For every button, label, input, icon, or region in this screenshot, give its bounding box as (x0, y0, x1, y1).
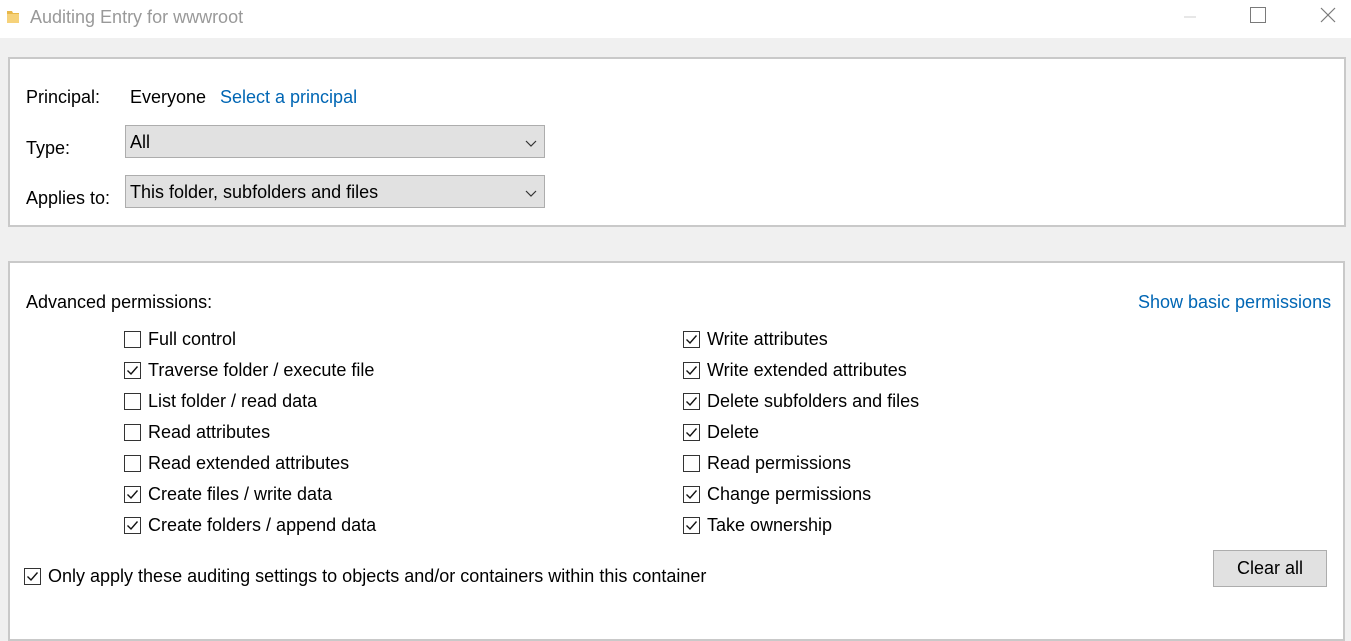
close-icon (1320, 7, 1336, 28)
window-title: Auditing Entry for wwwroot (30, 7, 244, 27)
permission-label: Read extended attributes (148, 452, 350, 473)
permission-label: Traverse folder / execute file (148, 359, 375, 380)
principal-panel: Principal: Everyone Select a principal T… (8, 57, 1346, 227)
clear-all-label: Clear all (1236, 558, 1304, 578)
unchecked-checkbox-icon (683, 454, 700, 472)
checked-checkbox-icon (124, 361, 141, 379)
permission-label: Read permissions (707, 452, 852, 473)
unchecked-checkbox-icon (124, 454, 141, 472)
minimize-button[interactable] (1167, 0, 1213, 34)
checked-checkbox-icon (683, 516, 700, 534)
permission-label: Delete subfolders and files (707, 390, 920, 411)
checkbox-icon (24, 567, 41, 585)
permission-label: Change permissions (707, 483, 872, 504)
principal-label: Principal: (26, 87, 101, 107)
permission-change-permissions-checkbox[interactable]: Change permissions (683, 483, 871, 505)
select-principal-link[interactable]: Select a principal (220, 87, 357, 108)
permission-read-permissions-checkbox[interactable]: Read permissions (683, 452, 851, 474)
permissions-panel: Advanced permissions: Show basic permiss… (8, 261, 1345, 641)
permission-label: Take ownership (707, 514, 833, 535)
type-select[interactable]: All (125, 125, 545, 158)
advanced-permissions-heading: Advanced permissions: (26, 292, 213, 312)
checked-checkbox-icon (683, 392, 700, 410)
permission-label: List folder / read data (148, 390, 318, 411)
unchecked-checkbox-icon (124, 423, 141, 441)
permission-label: Create files / write data (148, 483, 333, 504)
show-basic-permissions-link[interactable]: Show basic permissions (1138, 292, 1331, 313)
checked-checkbox-icon (124, 485, 141, 503)
only-apply-label: Only apply these auditing settings to ob… (48, 565, 707, 586)
checked-checkbox-icon (683, 361, 700, 379)
permission-label: Write attributes (707, 328, 828, 349)
checked-checkbox-icon (124, 516, 141, 534)
permission-read-attributes-checkbox[interactable]: Read attributes (124, 421, 270, 443)
permission-take-ownership-checkbox[interactable]: Take ownership (683, 514, 832, 536)
permission-traverse-folder-execute-file-checkbox[interactable]: Traverse folder / execute file (124, 359, 374, 381)
permission-create-files-write-data-checkbox[interactable]: Create files / write data (124, 483, 332, 505)
type-select-value: All (130, 132, 151, 152)
checked-checkbox-icon (683, 485, 700, 503)
type-label: Type: (26, 138, 71, 158)
chevron-down-icon (524, 185, 538, 199)
applies-to-select-value: This folder, subfolders and files (130, 182, 379, 202)
minimize-icon (1184, 7, 1196, 28)
clear-all-button[interactable]: Clear all (1213, 550, 1327, 587)
checked-checkbox-icon (683, 423, 700, 441)
close-button[interactable] (1305, 0, 1351, 34)
only-apply-checkbox[interactable]: Only apply these auditing settings to ob… (24, 565, 706, 587)
permission-read-extended-attributes-checkbox[interactable]: Read extended attributes (124, 452, 349, 474)
maximize-icon (1250, 6, 1266, 28)
permission-label: Full control (148, 328, 237, 349)
permission-label: Read attributes (148, 421, 271, 442)
applies-to-label: Applies to: (26, 188, 111, 208)
unchecked-checkbox-icon (124, 330, 141, 348)
permission-delete-subfolders-and-files-checkbox[interactable]: Delete subfolders and files (683, 390, 919, 412)
permission-label: Create folders / append data (148, 514, 377, 535)
folder-icon (6, 8, 20, 24)
permission-create-folders-append-data-checkbox[interactable]: Create folders / append data (124, 514, 376, 536)
permission-write-extended-attributes-checkbox[interactable]: Write extended attributes (683, 359, 907, 381)
permission-label: Delete (707, 421, 760, 442)
maximize-button[interactable] (1235, 0, 1281, 34)
applies-to-select[interactable]: This folder, subfolders and files (125, 175, 545, 208)
permission-delete-checkbox[interactable]: Delete (683, 421, 759, 443)
permission-write-attributes-checkbox[interactable]: Write attributes (683, 328, 828, 350)
permission-full-control-checkbox[interactable]: Full control (124, 328, 236, 350)
unchecked-checkbox-icon (124, 392, 141, 410)
title-bar: Auditing Entry for wwwroot (0, 0, 1351, 38)
principal-value: Everyone (130, 87, 207, 107)
permission-list-folder-read-data-checkbox[interactable]: List folder / read data (124, 390, 317, 412)
chevron-down-icon (524, 135, 538, 149)
checked-checkbox-icon (683, 330, 700, 348)
permission-label: Write extended attributes (707, 359, 907, 380)
